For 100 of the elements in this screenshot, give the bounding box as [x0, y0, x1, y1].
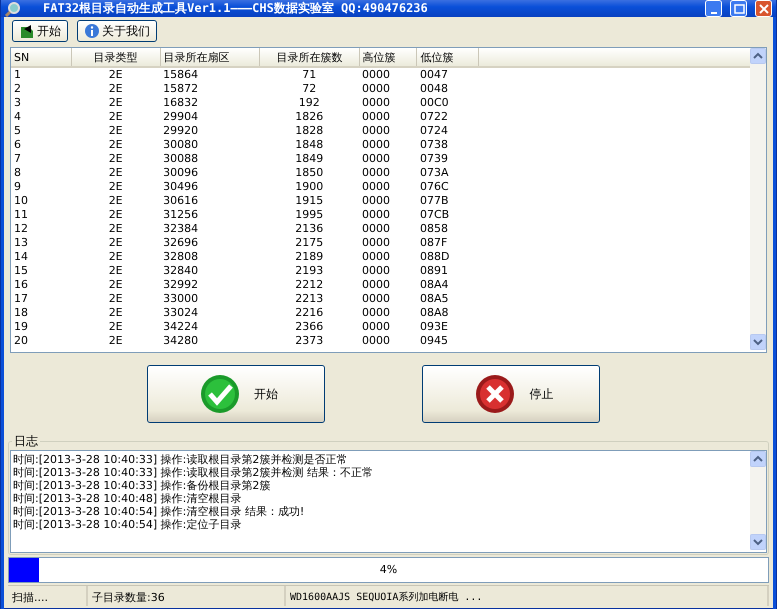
table-cell-text: 0000 — [361, 208, 392, 222]
table-cell-text: 2E — [108, 250, 124, 264]
table-cell-text: 0000 — [361, 222, 392, 236]
table-cell-text: 192 — [298, 96, 321, 110]
table-cell-text: 17 — [13, 292, 29, 306]
column-header[interactable]: SN — [11, 48, 72, 67]
log-title: 日志 — [13, 433, 39, 450]
table-cell-text: 31256 — [162, 208, 200, 222]
table-cell-text: 32992 — [162, 278, 200, 292]
table-cell-text: 6 — [13, 138, 22, 152]
start-button[interactable]: 开始 — [12, 20, 68, 42]
table-cell-text: 2E — [108, 138, 124, 152]
column-header[interactable]: 高位簇 — [359, 48, 417, 67]
table-cell-text: 0000 — [361, 250, 392, 264]
table-cell-text: 2213 — [294, 292, 324, 306]
progress-percent: 4% — [380, 563, 398, 576]
table-cell-text: 08A8 — [418, 306, 450, 320]
scrollbar[interactable] — [750, 48, 766, 350]
table-cell-text: 0000 — [361, 152, 392, 166]
table-cell-text: 0724 — [418, 124, 449, 138]
close-button[interactable] — [755, 0, 772, 17]
table-cell-text: 1995 — [294, 208, 324, 222]
table-cell-text: 0000 — [361, 110, 392, 124]
table-cell-text: 2175 — [294, 236, 324, 250]
table-cell-text: 0945 — [418, 334, 449, 348]
table-cell-text: 7 — [13, 152, 22, 166]
log-line: 时间:[2013-3-28 10:40:54] 操作:定位子目录 — [13, 518, 242, 531]
table-cell-text: 2E — [108, 208, 124, 222]
table-cell-text: 19 — [13, 320, 29, 334]
table-cell-text: 2E — [108, 264, 124, 278]
table-cell-text: 00C0 — [418, 96, 450, 110]
table-cell: 0000 — [359, 67, 417, 82]
minimize-icon — [710, 12, 716, 14]
table-cell-text: 3 — [13, 96, 22, 110]
table-cell-text: 4 — [13, 110, 22, 124]
close-icon — [475, 374, 516, 414]
log-line: 时间:[2013-3-28 10:40:54] 操作:清空根目录 结果：成功! — [13, 505, 306, 518]
table-cell-text: 0000 — [361, 236, 392, 250]
table-cell-text: 0738 — [418, 138, 449, 152]
table-cell-text: 34280 — [162, 334, 200, 348]
status-text: 子目录数量:36 — [88, 586, 286, 606]
column-header[interactable]: 目录所在扇区 — [160, 48, 260, 67]
table-cell-text: 077B — [418, 194, 450, 208]
maximize-button[interactable] — [730, 0, 747, 17]
table-cell-text: 15 — [13, 264, 29, 278]
table-cell-text: 8 — [13, 166, 22, 180]
about-button[interactable]: 关于我们 — [77, 20, 157, 42]
column-header[interactable]: 低位簇 — [416, 48, 479, 67]
window-title: FAT32根目录自动生成工具Ver1.1———CHS数据实验室 QQ:490476236 — [42, 0, 429, 17]
scrollbar[interactable] — [750, 451, 766, 550]
column-header[interactable]: 目录类型 — [71, 48, 160, 67]
table-cell-text: 29920 — [162, 124, 200, 138]
table-cell-text: 0000 — [361, 194, 392, 208]
table-cell-text: 2366 — [294, 320, 324, 334]
status-text: WD1600AAJS SEQUOIA系列加电断电 ... — [286, 586, 769, 606]
table-cell-text: 0858 — [418, 222, 449, 236]
table-cell-text: 10 — [13, 194, 29, 208]
table-cell-text: 0739 — [418, 152, 449, 166]
table-cell-text: 2E — [108, 222, 124, 236]
table-cell: 15864 — [160, 67, 260, 82]
column-header[interactable]: 目录所在簇数 — [260, 48, 360, 67]
status-text: 扫描.... — [8, 586, 88, 606]
table-cell-text: 1849 — [294, 152, 324, 166]
log-line: 时间:[2013-3-28 10:40:33] 操作:读取根目录第2簇并检测 结果：不正常 — [13, 466, 374, 479]
table-cell-text: 2E — [108, 180, 124, 194]
table-cell-text: 32696 — [162, 236, 200, 250]
table-cell: 2E — [71, 67, 160, 82]
table-cell-text: 087F — [418, 236, 448, 250]
table-cell-text: 2373 — [294, 334, 324, 348]
table-cell-text: 2216 — [294, 306, 324, 320]
table-cell-text: 0891 — [418, 264, 449, 278]
table-cell-text: 2136 — [294, 222, 324, 236]
table-cell-text: 088D — [418, 250, 450, 264]
minimize-button[interactable] — [705, 0, 722, 17]
table-cell-text: 12 — [13, 222, 29, 236]
table-cell-text: 16832 — [162, 96, 200, 110]
table-cell-text: 0722 — [418, 110, 449, 124]
maximize-icon — [732, 2, 744, 14]
start-button[interactable]: 开始 — [146, 365, 325, 423]
table-cell-text: 0000 — [361, 306, 392, 320]
table-cell-text: 073A — [418, 166, 450, 180]
table-cell-text: 0000 — [361, 264, 392, 278]
arrow-icon — [19, 23, 35, 39]
table-cell-text: 2E — [108, 236, 124, 250]
table-cell-text: 18 — [13, 306, 29, 320]
table-cell-text: 1828 — [294, 124, 324, 138]
table-cell-text: 2E — [108, 292, 124, 306]
stop-button[interactable]: 停止 — [422, 365, 600, 423]
table-cell-text: 13 — [13, 236, 29, 250]
log-line: 时间:[2013-3-28 10:40:48] 操作:清空根目录 — [13, 492, 242, 505]
table-cell-text: 0000 — [361, 138, 392, 152]
table-cell-text: 32840 — [162, 264, 200, 278]
table-cell-text: 2E — [108, 278, 124, 292]
close-icon — [758, 2, 770, 14]
table-cell-text: 2E — [108, 194, 124, 208]
table-cell-text: 5 — [13, 124, 22, 138]
table-cell-text: 2E — [108, 320, 124, 334]
table-cell-text: 30096 — [162, 166, 200, 180]
table-cell-text: 2193 — [294, 264, 324, 278]
table-cell-text: 1826 — [294, 110, 324, 124]
